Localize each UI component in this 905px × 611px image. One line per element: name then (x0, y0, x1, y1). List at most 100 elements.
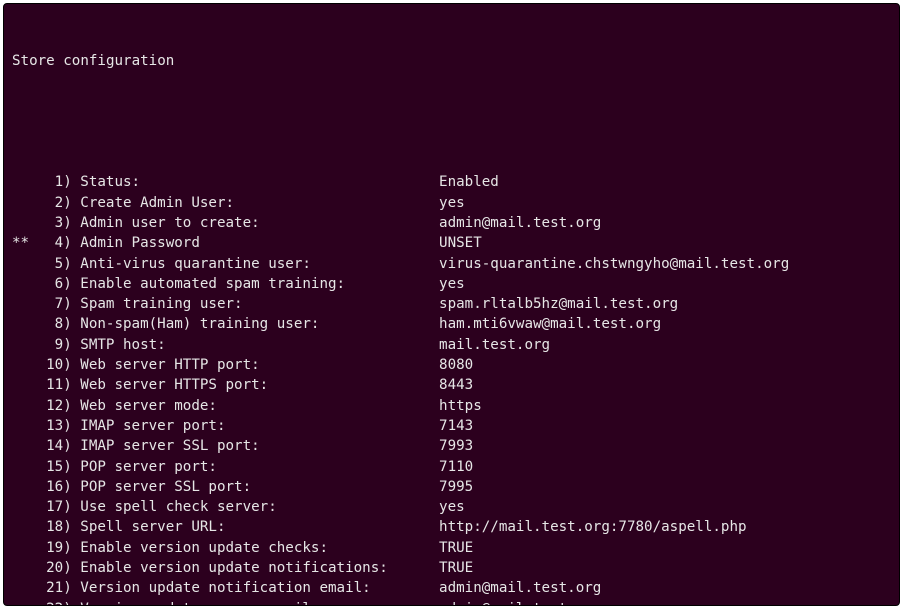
row-marker (12, 477, 38, 497)
row-label: Admin user to create: (72, 213, 439, 233)
blank-line (12, 111, 891, 131)
row-marker (12, 396, 38, 416)
row-label: Enable version update notifications: (72, 558, 439, 578)
config-row: 21) Version update notification email:ad… (12, 578, 891, 598)
row-value: 8080 (439, 355, 473, 375)
row-value: 7110 (439, 457, 473, 477)
row-number: 19) (38, 538, 72, 558)
row-marker (12, 314, 38, 334)
row-marker (12, 457, 38, 477)
row-number: 10) (38, 355, 72, 375)
section-header: Store configuration (12, 51, 891, 71)
row-label: Admin Password (72, 233, 439, 253)
row-number: 13) (38, 416, 72, 436)
terminal-window[interactable]: Store configuration 1) Status:Enabled 2)… (3, 3, 900, 606)
row-label: POP server port: (72, 457, 439, 477)
row-label: Use spell check server: (72, 497, 439, 517)
row-number: 4) (38, 233, 72, 253)
row-marker (12, 355, 38, 375)
row-label: Create Admin User: (72, 193, 439, 213)
row-marker (12, 436, 38, 456)
row-marker (12, 599, 38, 606)
config-row: 9) SMTP host:mail.test.org (12, 335, 891, 355)
row-label: Enable automated spam training: (72, 274, 439, 294)
row-number: 5) (38, 254, 72, 274)
config-row: 5) Anti-virus quarantine user:virus-quar… (12, 254, 891, 274)
row-label: Anti-virus quarantine user: (72, 254, 439, 274)
config-row: 14) IMAP server SSL port:7993 (12, 436, 891, 456)
row-number: 8) (38, 314, 72, 334)
row-value: yes (439, 497, 465, 517)
row-label: Version update source email: (72, 599, 439, 606)
config-row: 16) POP server SSL port:7995 (12, 477, 891, 497)
row-marker (12, 578, 38, 598)
row-value: 7143 (439, 416, 473, 436)
row-number: 18) (38, 517, 72, 537)
row-label: SMTP host: (72, 335, 439, 355)
config-row: **4) Admin PasswordUNSET (12, 233, 891, 253)
row-value: 7993 (439, 436, 473, 456)
config-row: 19) Enable version update checks:TRUE (12, 538, 891, 558)
row-value: TRUE (439, 558, 473, 578)
row-value: spam.rltalb5hz@mail.test.org (439, 294, 678, 314)
row-marker (12, 497, 38, 517)
row-value: https (439, 396, 482, 416)
row-label: Spell server URL: (72, 517, 439, 537)
config-row: 10) Web server HTTP port:8080 (12, 355, 891, 375)
row-value: yes (439, 193, 465, 213)
row-label: Spam training user: (72, 294, 439, 314)
row-marker (12, 254, 38, 274)
row-number: 2) (38, 193, 72, 213)
row-value: mail.test.org (439, 335, 550, 355)
config-row: 15) POP server port:7110 (12, 457, 891, 477)
row-value: virus-quarantine.chstwngyho@mail.test.or… (439, 254, 789, 274)
row-marker (12, 172, 38, 192)
row-value: http://mail.test.org:7780/aspell.php (439, 517, 747, 537)
row-value: 7995 (439, 477, 473, 497)
row-value: admin@mail.test.org (439, 578, 601, 598)
row-label: Web server mode: (72, 396, 439, 416)
row-value: ham.mti6vwaw@mail.test.org (439, 314, 661, 334)
row-number: 7) (38, 294, 72, 314)
row-value: yes (439, 274, 465, 294)
row-number: 15) (38, 457, 72, 477)
config-row: 1) Status:Enabled (12, 172, 891, 192)
row-value: admin@mail.test.org (439, 599, 601, 606)
config-row: 8) Non-spam(Ham) training user:ham.mti6v… (12, 314, 891, 334)
row-number: 17) (38, 497, 72, 517)
row-number: 3) (38, 213, 72, 233)
row-label: Status: (72, 172, 439, 192)
row-number: 1) (38, 172, 72, 192)
row-label: IMAP server SSL port: (72, 436, 439, 456)
config-row: 7) Spam training user:spam.rltalb5hz@mai… (12, 294, 891, 314)
row-label: Enable version update checks: (72, 538, 439, 558)
config-row: 11) Web server HTTPS port:8443 (12, 375, 891, 395)
row-label: IMAP server port: (72, 416, 439, 436)
config-row: 3) Admin user to create:admin@mail.test.… (12, 213, 891, 233)
row-marker (12, 274, 38, 294)
config-row: 18) Spell server URL:http://mail.test.or… (12, 517, 891, 537)
config-row: 12) Web server mode:https (12, 396, 891, 416)
row-label: POP server SSL port: (72, 477, 439, 497)
row-marker (12, 375, 38, 395)
row-value: 8443 (439, 375, 473, 395)
row-number: 22) (38, 599, 72, 606)
row-value: TRUE (439, 538, 473, 558)
config-row: 6) Enable automated spam training:yes (12, 274, 891, 294)
row-label: Web server HTTP port: (72, 355, 439, 375)
row-number: 20) (38, 558, 72, 578)
row-value: Enabled (439, 172, 499, 192)
row-marker (12, 416, 38, 436)
config-row: 2) Create Admin User:yes (12, 193, 891, 213)
row-number: 16) (38, 477, 72, 497)
row-number: 9) (38, 335, 72, 355)
row-marker (12, 558, 38, 578)
row-marker (12, 517, 38, 537)
row-value: UNSET (439, 233, 482, 253)
row-marker: ** (12, 233, 38, 253)
config-row: 17) Use spell check server:yes (12, 497, 891, 517)
row-value: admin@mail.test.org (439, 213, 601, 233)
config-row: 13) IMAP server port:7143 (12, 416, 891, 436)
config-row: 22) Version update source email:admin@ma… (12, 599, 891, 606)
config-row: 20) Enable version update notifications:… (12, 558, 891, 578)
